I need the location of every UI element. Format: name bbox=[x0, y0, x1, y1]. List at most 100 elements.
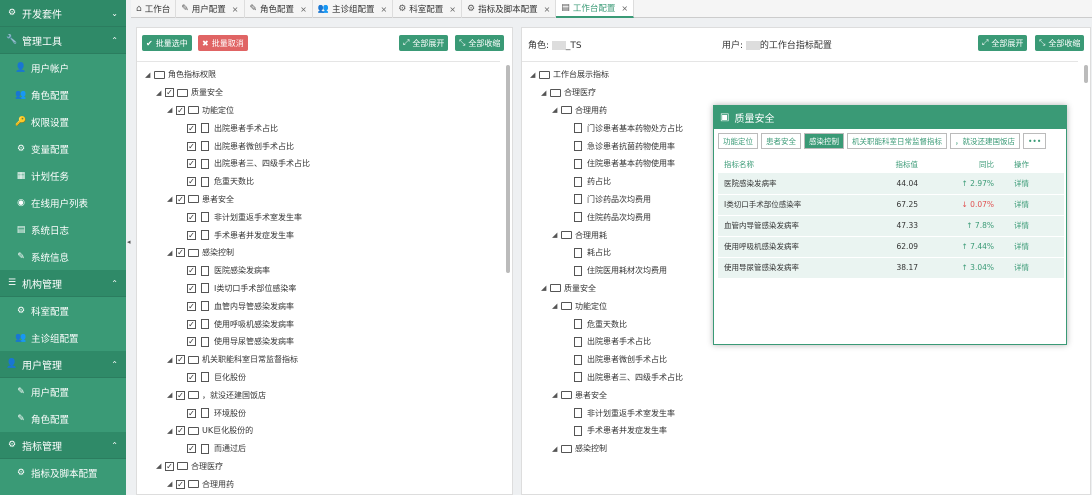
checkbox[interactable]: ✓ bbox=[187, 337, 196, 347]
detail-link[interactable]: 详情 bbox=[1008, 236, 1064, 258]
checkbox[interactable]: ✓ bbox=[187, 177, 196, 187]
expand-all-button[interactable]: ⤢ 全部展开 bbox=[978, 35, 1028, 51]
tree-node[interactable]: ✓ 非计划重返手术室发生率 bbox=[137, 208, 500, 226]
collapse-sidebar-handle[interactable]: ◂ bbox=[127, 238, 131, 254]
tree-node[interactable]: ◢ ✓ ，就没还建国饭店 bbox=[137, 386, 500, 404]
batch-select-button[interactable]: ✔ 批量选中 bbox=[142, 35, 192, 51]
tab-user-config[interactable]: ✎ 用户配置 × bbox=[176, 0, 245, 18]
card-tab[interactable]: ，就没还建国饭店 bbox=[950, 133, 1020, 149]
detail-link[interactable]: 详情 bbox=[1008, 194, 1064, 216]
sidebar-item-variables[interactable]: ⚙ 变量配置 bbox=[0, 135, 126, 162]
caret-down-icon[interactable]: ◢ bbox=[167, 106, 176, 114]
tree-node[interactable]: ◢ 工作台展示指标 bbox=[522, 66, 1078, 84]
tree-node[interactable]: ✓ 出院患者微创手术占比 bbox=[137, 137, 500, 155]
tab-workbench[interactable]: ⌂ 工作台 bbox=[131, 0, 177, 18]
caret-down-icon[interactable]: ◢ bbox=[541, 89, 550, 97]
tree-node[interactable]: ◢ 感染控制 bbox=[522, 440, 1078, 458]
sidebar-item-online-users[interactable]: ◉ 在线用户列表 bbox=[0, 189, 126, 216]
detail-link[interactable]: 详情 bbox=[1008, 173, 1064, 195]
sidebar-item-system-log[interactable]: ▤ 系统日志 bbox=[0, 216, 126, 243]
menu-section-user-mgmt[interactable]: 👤 用户管理 ⌃ bbox=[0, 351, 126, 378]
caret-down-icon[interactable]: ◢ bbox=[156, 89, 165, 97]
sidebar-item-user-config[interactable]: ✎ 用户配置 bbox=[0, 378, 126, 405]
checkbox[interactable]: ✓ bbox=[176, 390, 185, 400]
menu-section-org[interactable]: ☰ 机构管理 ⌃ bbox=[0, 270, 126, 297]
tree-node[interactable]: ✓ 出院患者手术占比 bbox=[137, 119, 500, 137]
checkbox[interactable]: ✓ bbox=[176, 426, 185, 436]
tree-node[interactable]: ◢ ✓ 感染控制 bbox=[137, 244, 500, 262]
caret-down-icon[interactable]: ◢ bbox=[167, 391, 176, 399]
tree-node[interactable]: ✓ 使用导尿管感染发病率 bbox=[137, 333, 500, 351]
expand-all-button[interactable]: ⤢ 全部展开 bbox=[399, 35, 449, 51]
card-tab[interactable]: 患者安全 bbox=[761, 133, 801, 149]
tree-node[interactable]: ◢ ✓ 质量安全 bbox=[137, 84, 500, 102]
tree-node[interactable]: ✓ 手术患者并发症发生率 bbox=[137, 226, 500, 244]
menu-section-dev-kit[interactable]: ⚙ 开发套件 ⌄ bbox=[0, 0, 126, 27]
card-tab[interactable]: 感染控制 bbox=[804, 133, 844, 149]
close-icon[interactable]: × bbox=[300, 5, 307, 14]
checkbox[interactable]: ✓ bbox=[176, 105, 185, 115]
tab-dept-config[interactable]: ⚙ 科室配置 × bbox=[393, 0, 462, 18]
checkbox[interactable]: ✓ bbox=[187, 283, 196, 293]
close-icon[interactable]: × bbox=[449, 5, 456, 14]
checkbox[interactable]: ✓ bbox=[165, 88, 174, 98]
tree-node[interactable]: ✓ 血管内导管感染发病率 bbox=[137, 297, 500, 315]
tree-node[interactable]: ✓ I类切口手术部位感染率 bbox=[137, 280, 500, 298]
tab-role-config[interactable]: ✎ 角色配置 × bbox=[245, 0, 313, 18]
checkbox[interactable]: ✓ bbox=[187, 212, 196, 222]
more-tabs-button[interactable]: ••• bbox=[1023, 133, 1047, 149]
sidebar-item-role-config-2[interactable]: ✎ 角色配置 bbox=[0, 405, 126, 432]
close-icon[interactable]: × bbox=[544, 5, 551, 14]
tree-node[interactable]: ◢ 角色指标权限 bbox=[137, 66, 500, 84]
card-tab[interactable]: 功能定位 bbox=[718, 133, 758, 149]
caret-down-icon[interactable]: ◢ bbox=[167, 249, 176, 257]
detail-link[interactable]: 详情 bbox=[1008, 215, 1064, 237]
checkbox[interactable]: ✓ bbox=[187, 266, 196, 276]
sidebar-item-role-config[interactable]: 👥 角色配置 bbox=[0, 81, 126, 108]
menu-section-admin-tools[interactable]: 🔧 管理工具 ⌃ bbox=[0, 27, 126, 54]
tab-workbench-config[interactable]: ▤ 工作台配置 × bbox=[556, 0, 635, 18]
checkbox[interactable]: ✓ bbox=[176, 248, 185, 258]
tree-node[interactable]: ◢ ✓ 机关职能科室日常监督指标 bbox=[137, 351, 500, 369]
tree-node[interactable]: ✓ 出院患者三、四级手术占比 bbox=[137, 155, 500, 173]
checkbox[interactable]: ✓ bbox=[176, 479, 185, 489]
sidebar-item-schedule[interactable]: ▦ 计划任务 bbox=[0, 162, 126, 189]
checkbox[interactable]: ✓ bbox=[176, 355, 185, 365]
tree-node[interactable]: ◢ ✓ UK巨化股份的 bbox=[137, 422, 500, 440]
tree-node[interactable]: ◢ 患者安全 bbox=[522, 386, 1078, 404]
card-tab[interactable]: 机关职能科室日常监督指标 bbox=[847, 133, 947, 149]
sidebar-item-permissions[interactable]: 🔑 权限设置 bbox=[0, 108, 126, 135]
sidebar-item-system-info[interactable]: ✎ 系统信息 bbox=[0, 243, 126, 270]
checkbox[interactable]: ✓ bbox=[187, 301, 196, 311]
tab-metric-scripts[interactable]: ⚙ 指标及脚本配置 × bbox=[462, 0, 557, 18]
checkbox[interactable]: ✓ bbox=[187, 141, 196, 151]
collapse-all-button[interactable]: ⤡ 全部收缩 bbox=[1035, 35, 1085, 51]
checkbox[interactable]: ✓ bbox=[187, 159, 196, 169]
close-icon[interactable]: × bbox=[232, 5, 239, 14]
detail-link[interactable]: 详情 bbox=[1008, 257, 1064, 279]
caret-down-icon[interactable]: ◢ bbox=[552, 445, 561, 453]
caret-down-icon[interactable]: ◢ bbox=[552, 231, 561, 239]
checkbox[interactable]: ✓ bbox=[187, 372, 196, 382]
checkbox[interactable]: ✓ bbox=[176, 194, 185, 204]
sidebar-item-team-config[interactable]: 👥 主诊组配置 bbox=[0, 324, 126, 351]
caret-down-icon[interactable]: ◢ bbox=[167, 427, 176, 435]
caret-down-icon[interactable]: ◢ bbox=[145, 71, 154, 79]
tree-node[interactable]: 出院患者微创手术占比 bbox=[522, 351, 1078, 369]
tree-node[interactable]: ◢ ✓ 合理医疗 bbox=[137, 458, 500, 476]
close-icon[interactable]: × bbox=[381, 5, 388, 14]
caret-down-icon[interactable]: ◢ bbox=[167, 195, 176, 203]
tree-node[interactable]: ✓ 而通过后 bbox=[137, 440, 500, 458]
caret-down-icon[interactable]: ◢ bbox=[167, 480, 176, 488]
tree-node[interactable]: 非计划重返手术室发生率 bbox=[522, 404, 1078, 422]
tree-node[interactable]: ✓ 医院感染发病率 bbox=[137, 262, 500, 280]
tree-node[interactable]: ✓ 巨化股份 bbox=[137, 369, 500, 387]
tree-node[interactable]: ✓ 环境股份 bbox=[137, 404, 500, 422]
caret-down-icon[interactable]: ◢ bbox=[156, 462, 165, 470]
caret-down-icon[interactable]: ◢ bbox=[541, 284, 550, 292]
checkbox[interactable]: ✓ bbox=[187, 123, 196, 133]
checkbox[interactable]: ✓ bbox=[187, 230, 196, 240]
tree-node[interactable]: ◢ ✓ 合理用药 bbox=[137, 475, 500, 493]
tree-node[interactable]: ✓ 使用呼吸机感染发病率 bbox=[137, 315, 500, 333]
tree-node[interactable]: ◢ ✓ 患者安全 bbox=[137, 191, 500, 209]
